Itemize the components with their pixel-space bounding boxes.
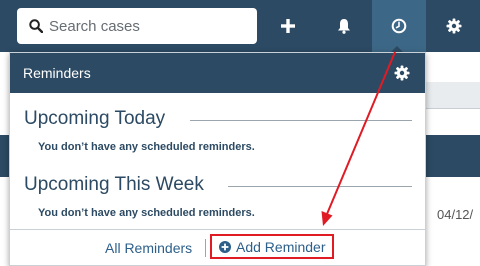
- clock-icon: [391, 18, 407, 34]
- plus-circle-icon: [219, 240, 231, 253]
- top-navbar: [0, 0, 480, 52]
- notifications-button[interactable]: [318, 0, 370, 52]
- settings-button[interactable]: [428, 0, 480, 52]
- background-date-text: 04/12/: [437, 207, 474, 222]
- all-reminders-link[interactable]: All Reminders: [105, 240, 192, 256]
- section-title-upcoming-week: Upcoming This Week: [24, 174, 204, 195]
- add-button[interactable]: [262, 0, 314, 52]
- plus-icon: [281, 19, 295, 33]
- search-input[interactable]: [49, 8, 249, 44]
- reminders-title: Reminders: [23, 65, 91, 81]
- reminders-button[interactable]: [372, 0, 426, 52]
- empty-message-today: You don’t have any scheduled reminders.: [38, 141, 255, 153]
- reminders-header: Reminders: [10, 53, 425, 93]
- section-divider: [228, 186, 412, 187]
- page-background-band: [426, 82, 480, 109]
- add-reminder-label: Add Reminder: [236, 238, 326, 255]
- footer-separator: [205, 239, 206, 257]
- reminders-dropdown: Reminders Upcoming Today You don’t have …: [9, 52, 426, 266]
- empty-message-week: You don’t have any scheduled reminders.: [38, 207, 255, 219]
- gear-icon[interactable]: [394, 65, 410, 81]
- add-reminder-button[interactable]: Add Reminder: [210, 234, 334, 259]
- section-title-upcoming-today: Upcoming Today: [24, 108, 166, 129]
- search-box[interactable]: [17, 8, 257, 44]
- page-background-header: [426, 135, 480, 177]
- gear-icon: [446, 18, 462, 34]
- section-divider: [190, 120, 412, 121]
- bell-icon: [338, 19, 350, 34]
- search-icon: [29, 19, 44, 34]
- reminders-footer: All Reminders Add Reminder: [10, 229, 425, 266]
